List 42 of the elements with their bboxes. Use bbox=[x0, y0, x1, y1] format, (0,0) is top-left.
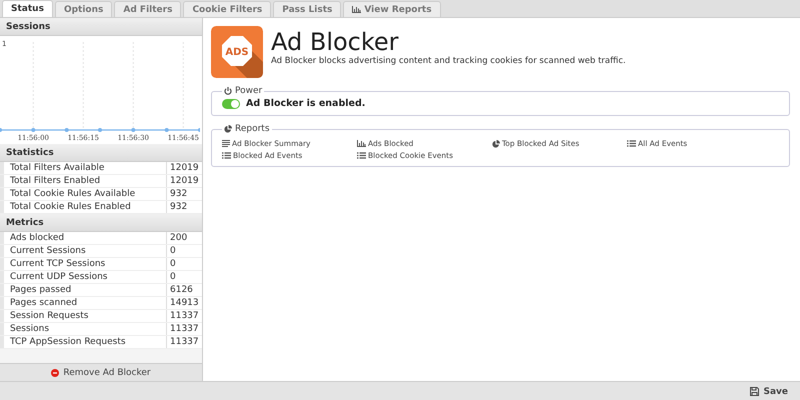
status-text: Ad Blocker is enabled. bbox=[246, 98, 366, 109]
section-title: Power bbox=[235, 86, 262, 96]
tab[interactable]: Options bbox=[54, 1, 112, 17]
tab[interactable]: Status bbox=[2, 0, 53, 17]
metric-value: 200 bbox=[166, 232, 202, 244]
metric-name: TCP AppSession Requests bbox=[0, 336, 166, 348]
metric-value: 0 bbox=[166, 245, 202, 257]
list-icon bbox=[222, 152, 231, 159]
metric-value: 11337 bbox=[166, 323, 202, 335]
stop-sign-logo: ADS bbox=[211, 26, 263, 78]
metric-value: 0 bbox=[166, 258, 202, 270]
metric-value: 12019 bbox=[166, 162, 202, 174]
metric-value: 932 bbox=[166, 201, 202, 213]
metric-value: 11337 bbox=[166, 310, 202, 322]
tab[interactable]: View Reports bbox=[343, 1, 441, 17]
bar-chart-icon bbox=[357, 140, 366, 147]
save-button[interactable]: Save bbox=[744, 386, 794, 398]
bar-chart-icon bbox=[352, 6, 362, 13]
app-description: Ad Blocker blocks advertising content and tracking cookies for scanned web traffic. bbox=[271, 56, 626, 66]
tab[interactable]: Ad Filters bbox=[114, 1, 182, 17]
metric-value: 0 bbox=[166, 271, 202, 283]
section-title: Reports bbox=[235, 124, 270, 134]
list-icon bbox=[357, 152, 366, 159]
metric-value: 6126 bbox=[166, 284, 202, 296]
pie-chart-icon bbox=[492, 140, 500, 148]
toggle-switch[interactable] bbox=[222, 98, 240, 108]
app-title: Ad Blocker bbox=[271, 28, 400, 56]
lines-icon bbox=[222, 140, 230, 147]
tab[interactable]: Pass Lists bbox=[273, 1, 342, 17]
power-icon bbox=[224, 87, 232, 95]
remove-button[interactable]: Remove Ad Blocker bbox=[0, 363, 202, 381]
pie-chart-icon bbox=[224, 125, 232, 133]
list-icon bbox=[627, 140, 636, 147]
section-header: Statistics bbox=[0, 144, 202, 162]
section-header: Metrics bbox=[0, 214, 202, 232]
section-header: Sessions bbox=[0, 18, 202, 36]
tab[interactable]: Cookie Filters bbox=[183, 1, 272, 17]
metric-value: 932 bbox=[166, 188, 202, 200]
metric-value: 11337 bbox=[166, 336, 202, 348]
minus-circle-icon bbox=[51, 368, 60, 376]
metric-value: 14913 bbox=[166, 297, 202, 309]
metric-value: 12019 bbox=[166, 175, 202, 187]
